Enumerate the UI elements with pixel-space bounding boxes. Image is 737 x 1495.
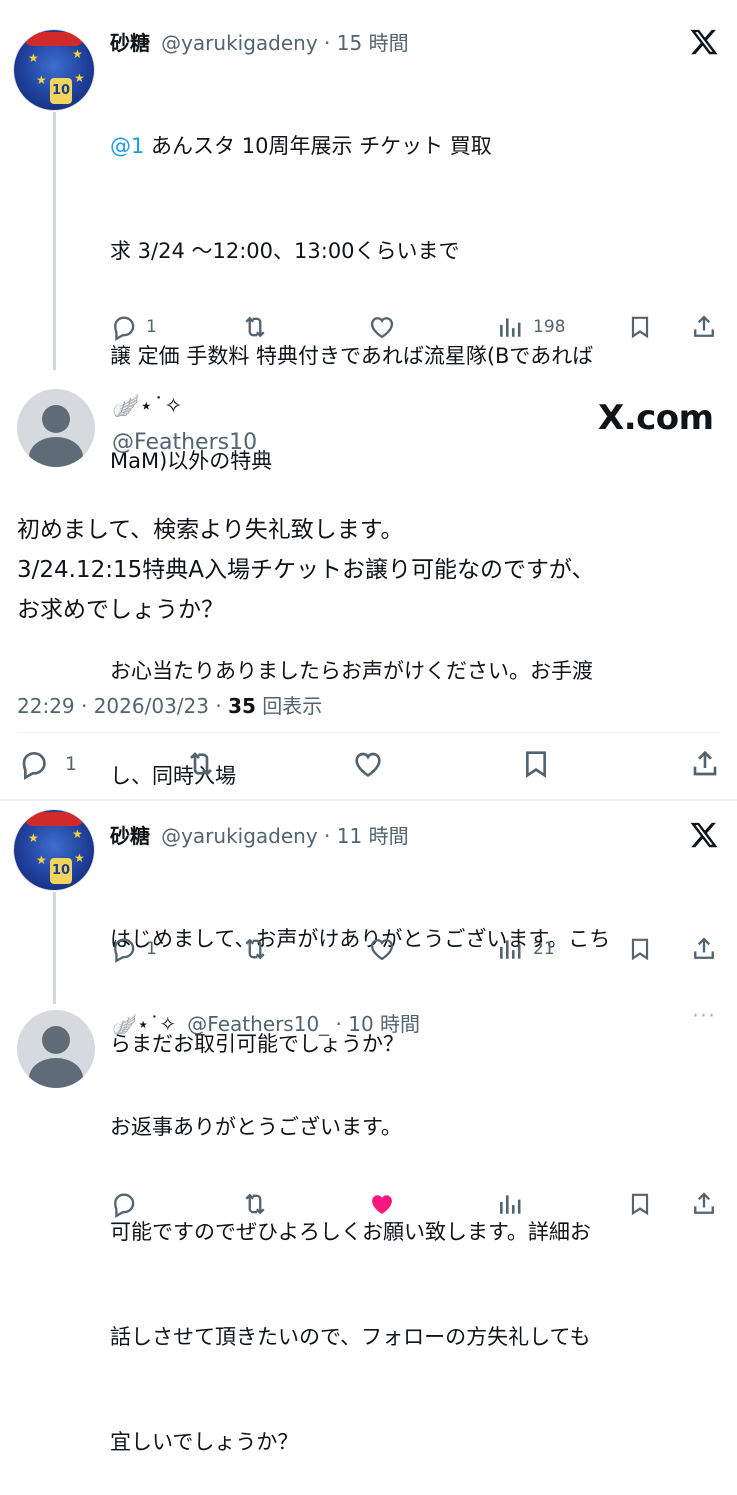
tweet-header: 砂糖 @yarukigadeny · 15 時間: [110, 27, 409, 56]
more-icon[interactable]: ···: [692, 1004, 716, 1029]
reply-button[interactable]: 1: [110, 935, 157, 963]
tweet-text-line: 3/24.12:15特典A入場チケットお譲り可能なのですが、: [17, 557, 595, 583]
mention-link[interactable]: @1: [110, 134, 144, 158]
share-icon: [694, 1192, 714, 1214]
view-count: 35: [228, 694, 256, 718]
handle-time[interactable]: @Feathers10_ · 10 時間: [187, 1012, 420, 1036]
display-name[interactable]: 🪽⋆˙✧: [112, 1012, 176, 1036]
tweet-text-line: 話しさせて頂きたいので、フォローの方失礼しても: [110, 1325, 591, 1349]
tweet-text-line: 初めまして、検索より失礼致します。: [17, 517, 404, 543]
x-logo-icon: [690, 822, 718, 848]
retweet-button[interactable]: [240, 1190, 270, 1218]
tweet-text-line: 求 3/24 〜12:00、13:00くらいまで: [110, 239, 460, 263]
bookmark-button[interactable]: [627, 1190, 653, 1218]
share-button[interactable]: [690, 313, 718, 341]
retweet-icon: [245, 1193, 265, 1215]
tweet-text-line: あんスタ 10周年展示 チケット 買取: [144, 134, 492, 158]
reply-icon: [114, 316, 135, 341]
share-icon: [693, 750, 717, 776]
timestamp[interactable]: 22:29 · 2026/03/23 ·: [17, 694, 228, 718]
reply-icon: [22, 751, 46, 780]
bookmark-button[interactable]: [627, 313, 653, 341]
tweet-text-line: お返事ありがとうございます。: [110, 1115, 402, 1139]
share-button[interactable]: [688, 748, 722, 780]
like-icon: [370, 317, 394, 339]
reply-icon: [114, 1193, 135, 1218]
timestamp-row: 22:29 · 2026/03/23 · 35 回表示: [17, 690, 322, 719]
tweet-body: 初めまして、検索より失礼致します。 3/24.12:15特典A入場チケットお譲り…: [17, 510, 727, 630]
tweet-text-line: 宜しいでしょうか？: [110, 1430, 299, 1454]
tweet-text-line: 譲 定価 手数料 特典付きであれば流星隊(Bであれば: [110, 344, 594, 368]
display-name[interactable]: 🪽⋆˙✧: [112, 394, 183, 419]
reply-button[interactable]: [110, 1190, 138, 1218]
retweet-button[interactable]: [240, 313, 270, 341]
tweet-header: 🪽⋆˙✧ @Feathers10_ · 10 時間: [112, 1008, 420, 1037]
like-icon: [370, 939, 394, 961]
like-icon: [372, 1195, 392, 1214]
like-button[interactable]: [367, 313, 397, 341]
divider: [17, 732, 720, 733]
retweet-icon: [245, 316, 265, 338]
reply-count: 1: [146, 317, 157, 337]
retweet-button[interactable]: [183, 748, 219, 780]
thread-line: [53, 892, 56, 1004]
handle-time[interactable]: @yarukigadeny · 11 時間: [161, 824, 408, 848]
view-count: 198: [533, 317, 566, 337]
divider: [0, 799, 737, 801]
x-logo-icon: [690, 29, 718, 55]
reply-icon: [114, 938, 135, 963]
handle[interactable]: @Feathers10_: [112, 430, 268, 455]
share-button[interactable]: [690, 935, 718, 963]
bookmark-icon: [631, 1193, 649, 1216]
display-name[interactable]: 砂糖: [110, 824, 150, 848]
like-button[interactable]: [367, 935, 397, 963]
handle-time[interactable]: @yarukigadeny · 15 時間: [161, 31, 408, 55]
tweet-text-line: 可能ですのでぜひよろしくお願い致します。詳細お: [110, 1220, 591, 1244]
views-icon: [500, 318, 521, 337]
bookmark-button[interactable]: [627, 935, 653, 963]
reply-button[interactable]: 1: [17, 748, 77, 780]
views-button[interactable]: 198: [497, 313, 565, 341]
like-button[interactable]: [350, 748, 386, 780]
share-icon: [694, 315, 714, 337]
share-button[interactable]: [690, 1190, 718, 1218]
tweet-text-line: お求めでしょうか？: [17, 597, 224, 623]
tweet-body: お返事ありがとうございます。 可能ですのでぜひよろしくお願い致します。詳細お 話…: [110, 1040, 720, 1495]
views-icon: [500, 940, 521, 959]
retweet-icon: [245, 938, 265, 960]
like-icon: [355, 752, 381, 777]
bookmark-icon: [631, 938, 649, 961]
bookmark-icon: [526, 751, 546, 778]
display-name[interactable]: 砂糖: [110, 31, 150, 55]
avatar[interactable]: ★ ★ ★ ★ 10: [14, 810, 94, 890]
like-button[interactable]: [367, 1190, 397, 1218]
view-label: 回表示: [255, 694, 323, 718]
brand-watermark: X.com: [598, 398, 714, 438]
tweet-text-line: お心当たりありましたらお声がけください。お手渡: [110, 659, 593, 683]
avatar[interactable]: [17, 1010, 95, 1088]
view-count: 21: [533, 939, 555, 959]
reply-count: 1: [65, 753, 78, 775]
bookmark-button[interactable]: [520, 748, 552, 780]
avatar[interactable]: [17, 389, 95, 467]
thread-line: [53, 112, 56, 370]
share-icon: [694, 937, 714, 959]
views-button[interactable]: 21: [497, 935, 555, 963]
retweet-icon: [190, 752, 212, 776]
reply-count: 1: [146, 939, 157, 959]
retweet-button[interactable]: [240, 935, 270, 963]
views-button[interactable]: [497, 1190, 523, 1218]
avatar[interactable]: ★ ★ ★ ★ 10: [14, 30, 94, 110]
views-icon: [500, 1195, 521, 1214]
reply-button[interactable]: 1: [110, 313, 157, 341]
tweet-header: 砂糖 @yarukigadeny · 11 時間: [110, 820, 409, 849]
bookmark-icon: [631, 316, 649, 339]
